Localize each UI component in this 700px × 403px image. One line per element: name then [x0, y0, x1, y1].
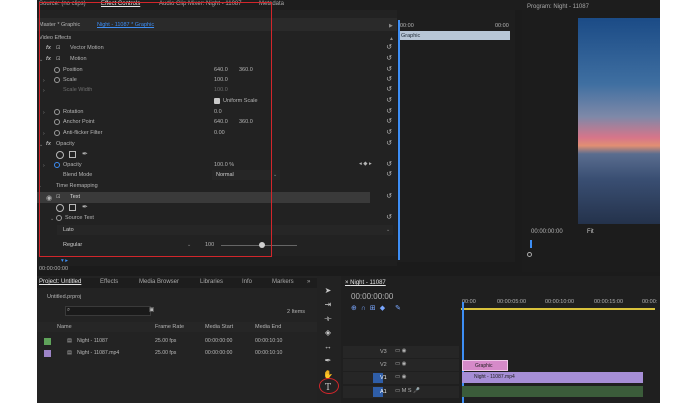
reset-icon[interactable]: ↺ [385, 171, 393, 179]
track-label-a1: A1 [380, 389, 387, 395]
item-media-start: 00:00:00:00 [205, 338, 233, 344]
keyframe-nav-icon[interactable]: ◂ ◆ ▸ [359, 161, 372, 167]
track-select-tool-icon[interactable]: ⇥ [323, 300, 333, 310]
reset-icon[interactable]: ↺ [385, 55, 393, 63]
program-timecode[interactable]: 00:00:00:00 [531, 229, 563, 235]
track-toggle-icon[interactable]: ▭ ◉ [395, 374, 407, 380]
reset-icon[interactable]: ↺ [385, 76, 393, 84]
project-tab-bar: Project: Untitled Effects Media Browser … [37, 278, 317, 288]
effect-controls-footer [37, 256, 397, 266]
reset-icon[interactable]: ↺ [385, 97, 393, 105]
column-name[interactable]: Name [57, 324, 72, 330]
track-label-v3: V3 [380, 349, 387, 355]
project-list-item[interactable]: ▤ Night - 11087 25.00 fps 00:00:00:00 00:00:… [39, 336, 309, 348]
mini-timeline-start: 00:00 [400, 23, 414, 29]
filter-icon[interactable]: ▾ ▸ [61, 258, 68, 264]
column-frame-rate[interactable]: Frame Rate [155, 324, 184, 330]
video-clip-label: Night - 11087.mp4 [474, 374, 515, 380]
search-icon[interactable]: ⌕ [67, 307, 70, 314]
label-color-swatch[interactable] [44, 338, 51, 345]
reset-icon[interactable]: ↺ [385, 140, 393, 148]
dropdown-arrow-icon[interactable]: ⌄ [273, 172, 277, 178]
ruler-tick: 00:00:10:00 [545, 299, 575, 305]
label-color-swatch[interactable] [44, 350, 51, 357]
sequence-icon: ▤ [67, 338, 72, 344]
timeline-timecode[interactable]: 00:00:00:00 [351, 292, 393, 301]
effect-mini-timeline [397, 10, 515, 262]
project-file-name: Untitled.prproj [47, 294, 82, 300]
tab-info[interactable]: Info [242, 279, 252, 285]
mini-timeline-end: 00:00 [495, 23, 509, 29]
column-media-end[interactable]: Media End [255, 324, 281, 330]
program-playhead[interactable] [530, 240, 532, 248]
track-toggle-icon[interactable]: ▭ ◉ [395, 361, 407, 367]
item-frame-rate: 25.00 fps [155, 338, 177, 344]
item-frame-rate: 25.00 fps [155, 350, 177, 356]
ruler-tick: 00:00: [642, 299, 658, 305]
fit-dropdown[interactable]: Fit [587, 229, 594, 235]
track-label-v2: V2 [380, 362, 387, 368]
ruler-tick: 00:00:05:00 [497, 299, 527, 305]
tab-libraries[interactable]: Libraries [200, 279, 223, 285]
mini-playhead[interactable] [398, 20, 400, 260]
more-tabs-icon[interactable]: » [307, 279, 310, 285]
video-clip[interactable]: Night - 11087.mp4 [462, 372, 643, 383]
new-bin-icon[interactable]: ▣ [149, 307, 154, 313]
item-media-end: 00:00:10:10 [255, 338, 283, 344]
reset-icon[interactable]: ↺ [385, 129, 393, 137]
dropdown-arrow-icon[interactable]: ⌄ [386, 227, 390, 233]
project-search-input[interactable] [65, 306, 151, 316]
premiere-window: Source: (no clips) Effect Controls Audio… [37, 0, 660, 403]
slip-tool-icon[interactable]: ↔ [323, 342, 333, 352]
tab-timeline-sequence[interactable]: × ​Night - 11087 [345, 280, 386, 286]
tab-effects[interactable]: Effects [100, 279, 118, 285]
reset-icon[interactable]: ↺ [385, 44, 393, 52]
ruler-tick: 00:00 [462, 299, 476, 305]
reset-icon[interactable]: ↺ [385, 214, 393, 222]
program-video-frame[interactable] [578, 18, 660, 224]
ripple-edit-tool-icon[interactable]: ⟛ [323, 314, 333, 324]
column-media-start[interactable]: Media Start [205, 324, 233, 330]
scrub-handle-icon[interactable] [527, 252, 532, 257]
expand-arrow-icon[interactable]: ▶ [389, 23, 393, 29]
tab-markers[interactable]: Markers [272, 279, 294, 285]
reset-icon[interactable]: ↺ [385, 193, 393, 201]
item-media-end: 00:00:10:10 [255, 350, 283, 356]
reset-icon[interactable]: ↺ [385, 66, 393, 74]
razor-tool-icon[interactable]: ◈ [323, 328, 333, 338]
item-name: Night - 11087 [77, 338, 108, 344]
track-toggle-icon[interactable]: ▭ M S 🎤 [395, 388, 420, 394]
timeline-sequence-name: Night - 11087 [350, 280, 386, 286]
tab-media-browser[interactable]: Media Browser [139, 279, 179, 285]
effect-controls-highlight [39, 2, 272, 257]
graphic-clip-label: Graphic [475, 363, 493, 369]
scroll-up-icon[interactable]: ▲ [389, 36, 394, 42]
work-area-bar[interactable] [461, 308, 655, 310]
tab-project[interactable]: Project: Untitled [39, 279, 81, 285]
reset-icon[interactable]: ↺ [385, 161, 393, 169]
audio-clip[interactable] [462, 386, 643, 397]
track-toggle-icon[interactable]: ▭ ◉ [395, 348, 407, 354]
items-count: 2 Items [287, 309, 306, 315]
effect-controls-timecode[interactable]: 00:00:00:00 [39, 266, 68, 272]
selection-tool-icon[interactable]: ➤ [323, 286, 333, 296]
item-name: Night - 11087.mp4 [77, 350, 120, 356]
item-media-start: 00:00:00:00 [205, 350, 233, 356]
mini-timeline-clip-label: Graphic [401, 33, 421, 39]
ruler-tick: 00:00:15:00 [594, 299, 624, 305]
reset-icon[interactable]: ↺ [385, 118, 393, 126]
project-list-item[interactable]: ▤ Night - 11087.mp4 25.00 fps 00:00:00:00 00… [39, 348, 309, 360]
reset-icon[interactable]: ↺ [385, 86, 393, 94]
video-file-icon: ▤ [67, 350, 72, 356]
graphic-clip[interactable]: Graphic [462, 360, 508, 371]
type-tool-highlight [319, 378, 339, 394]
reset-icon[interactable]: ↺ [385, 108, 393, 116]
pen-tool-icon[interactable]: ✒ [323, 356, 333, 366]
timeline-tools-icon[interactable]: ⊕∩⊞◆ ✎ [351, 304, 405, 312]
track-label-v1: V1 [380, 375, 387, 381]
